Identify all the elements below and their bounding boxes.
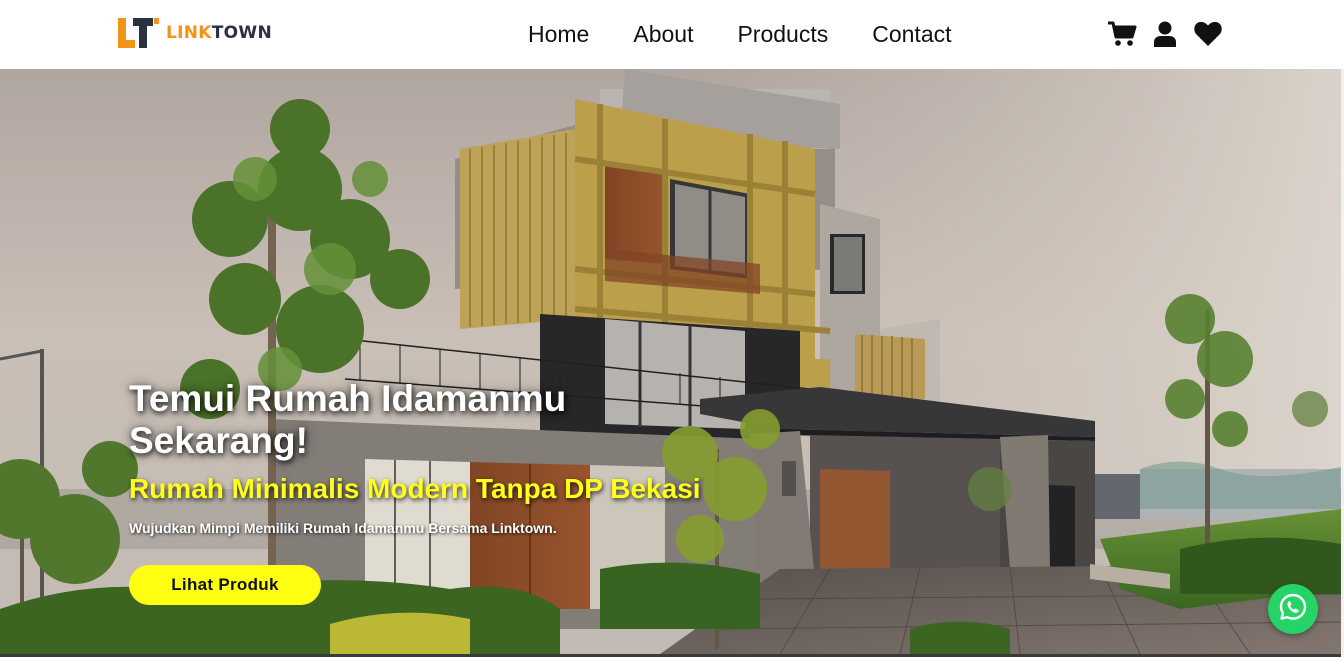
- navbar: LINKTOWN Home About Products Contact: [0, 0, 1344, 69]
- hero-text-block: Temui Rumah Idamanmu Sekarang! Rumah Min…: [129, 378, 829, 537]
- hero-title: Temui Rumah Idamanmu Sekarang!: [129, 378, 567, 461]
- heart-icon[interactable]: [1193, 20, 1223, 48]
- brand-logo[interactable]: LINKTOWN: [118, 17, 272, 49]
- brand-wordmark: LINKTOWN: [166, 23, 272, 43]
- cart-icon[interactable]: [1107, 20, 1137, 48]
- view-products-button[interactable]: Lihat Produk: [129, 565, 321, 605]
- logo-mark-icon: [118, 17, 160, 49]
- nav-link-contact[interactable]: Contact: [872, 20, 951, 48]
- whatsapp-button[interactable]: [1268, 584, 1318, 634]
- nav-link-about[interactable]: About: [633, 20, 693, 48]
- hero-subtitle: Rumah Minimalis Modern Tanpa DP Bekasi: [129, 473, 701, 504]
- nav-link-products[interactable]: Products: [737, 20, 828, 48]
- user-icon[interactable]: [1150, 20, 1180, 48]
- nav-link-home[interactable]: Home: [528, 20, 589, 48]
- brand-wordmark-accent: LINK: [166, 23, 212, 43]
- main-nav: Home About Products Contact: [528, 20, 952, 48]
- hero-description: Wujudkan Mimpi Memiliki Rumah Idamanmu B…: [129, 520, 557, 536]
- nav-icons: [1107, 20, 1223, 48]
- brand-wordmark-rest: TOWN: [211, 23, 272, 43]
- whatsapp-icon: [1279, 593, 1307, 626]
